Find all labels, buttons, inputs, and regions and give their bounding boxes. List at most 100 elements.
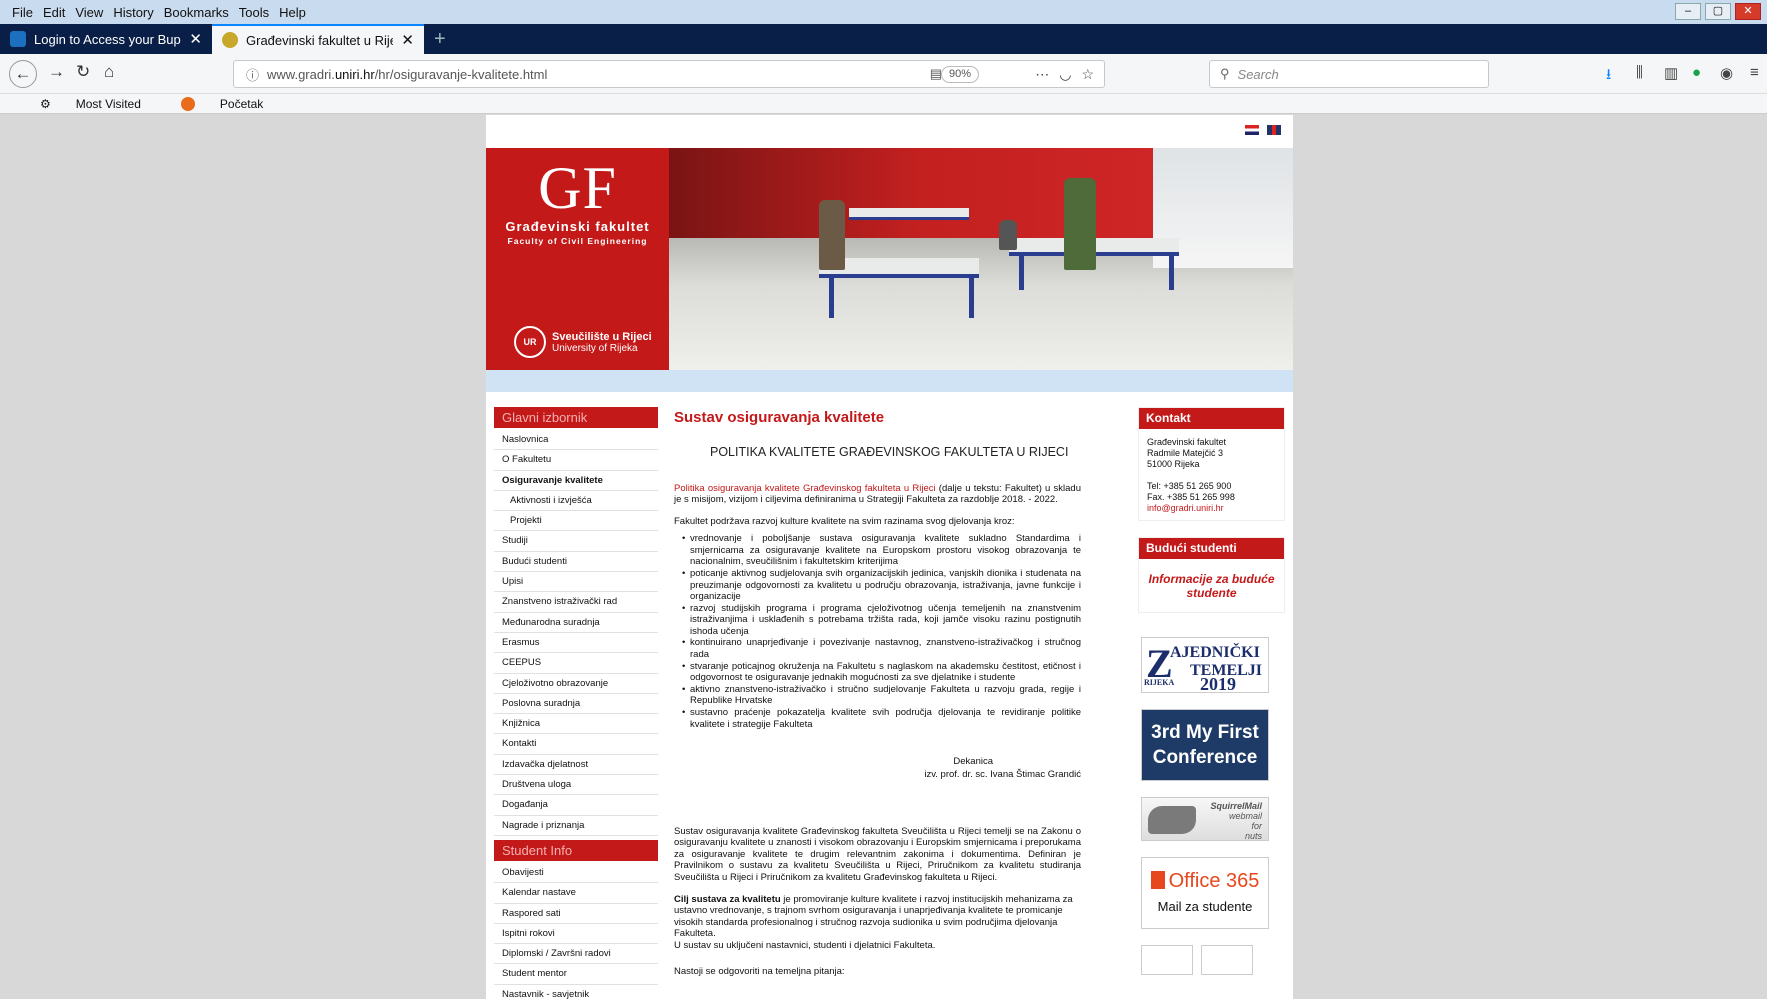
menu-edit[interactable]: Edit (43, 5, 65, 20)
link-banner-icon[interactable] (1201, 945, 1253, 976)
menu-item-cjelozivotno[interactable]: Cjeloživotno obrazovanje (494, 674, 658, 694)
list-item: poticanje aktivnog sudjelovanja svih org… (682, 568, 1081, 603)
reload-icon[interactable]: ↻ (76, 62, 90, 82)
search-icon: ⚲ (1220, 66, 1230, 81)
policy-link[interactable]: Politika osiguravanja kvalitete Građevin… (674, 483, 936, 494)
menu-bookmarks[interactable]: Bookmarks (164, 5, 229, 20)
bookmark-most-visited[interactable]: ⚙ Most Visited (20, 97, 141, 111)
window-controls: – ▢ ✕ (1675, 3, 1761, 20)
menu-item-nagrade[interactable]: Nagrade i priznanja (494, 816, 658, 836)
maximize-button[interactable]: ▢ (1705, 3, 1731, 20)
extra-banners (1141, 945, 1285, 976)
new-tab-icon[interactable]: + (434, 24, 446, 54)
office-icon (1150, 871, 1165, 890)
menu-item-znanstveno[interactable]: Znanstveno istraživački rad (494, 592, 658, 613)
menu-icon[interactable]: ≡ (1750, 64, 1759, 81)
conf-line2: Conference (1152, 747, 1258, 769)
menu-item-erasmus[interactable]: Erasmus (494, 633, 658, 654)
my-first-conference-banner[interactable]: 3rd My First Conference (1141, 709, 1269, 782)
tab-gradri[interactable]: Građevinski fakultet u Rijeci - G ✕ (212, 24, 424, 54)
site-info-icon[interactable]: ⓘ (246, 65, 259, 84)
policy-list: vrednovanje i poboljšanje sustava osigur… (682, 533, 1081, 730)
home-icon[interactable]: ⌂ (104, 62, 114, 82)
menu-item-diplomski[interactable]: Diplomski / Završni radovi (494, 944, 658, 965)
logo-name-en: Faculty of Civil Engineering (507, 236, 648, 246)
tab-strip: Login to Access your Bupa Glol ✕ Građevi… (0, 24, 1767, 54)
download-icon[interactable]: ⭳ (1606, 64, 1611, 89)
list-item: sustavno praćenje pokazatelja kvalitete … (682, 707, 1081, 730)
menu-tools[interactable]: Tools (239, 5, 269, 20)
university-name-en: University of Rijeka (552, 342, 638, 354)
english-flag-icon[interactable] (1267, 125, 1281, 135)
squirrel-icon (1148, 806, 1196, 835)
sidebar-icon[interactable]: ▥ (1664, 64, 1678, 82)
menu-item-student-mentor[interactable]: Student mentor (494, 964, 658, 985)
menu-file[interactable]: File (12, 5, 33, 20)
squirrelmail-text: SquirrelMail webmail for nuts (1210, 801, 1262, 841)
zoom-level[interactable]: 90% (940, 66, 979, 83)
faculty-logo[interactable]: GF Građevinski fakultet Faculty of Civil… (486, 148, 669, 370)
menu-help[interactable]: Help (279, 5, 306, 20)
menu-item-studiji[interactable]: Studiji (494, 531, 658, 552)
contact-body: Građevinski fakultet Radmile Matejčić 3 … (1139, 429, 1284, 520)
library-icon[interactable]: ⫼ (1636, 64, 1643, 81)
menu-item-ispitni-rokovi[interactable]: Ispitni rokovi (494, 924, 658, 945)
contact-email-link[interactable]: info@gradri.uniri.hr (1147, 503, 1276, 514)
menu-item-knjiznica[interactable]: Knjižnica (494, 714, 658, 735)
menu-item-nastavnik[interactable]: Nastavnik - savjetnik (494, 985, 658, 999)
questions-paragraph: Nastoji se odgovoriti na temeljna pitanj… (674, 965, 845, 977)
menu-item-ceepus[interactable]: CEEPUS (494, 653, 658, 674)
menu-item-poslovna[interactable]: Poslovna suradnja (494, 694, 658, 715)
menu-item-drustvena[interactable]: Društvena uloga (494, 775, 658, 796)
close-tab-icon[interactable]: ✕ (189, 30, 202, 48)
bookmark-star-icon[interactable]: ☆ (1081, 66, 1094, 83)
menu-item-upisi[interactable]: Upisi (494, 572, 658, 593)
menu-view[interactable]: View (75, 5, 103, 20)
policy-heading: POLITIKA KVALITETE GRAĐEVINSKOG FAKULTET… (710, 445, 1069, 460)
minimize-button[interactable]: – (1675, 3, 1701, 20)
back-arrow-icon[interactable]: ← (9, 60, 37, 88)
menu-item-osiguravanje-kvalitete[interactable]: Osiguravanje kvalitete (494, 471, 658, 491)
intro-paragraph: Politika osiguravanja kvalitete Građevin… (674, 483, 1081, 506)
croatian-flag-icon[interactable] (1245, 125, 1259, 135)
close-window-button[interactable]: ✕ (1735, 3, 1761, 20)
tab-bupa[interactable]: Login to Access your Bupa Glol ✕ (0, 24, 212, 54)
office365-banner[interactable]: Office 365 Mail za studente (1141, 857, 1269, 930)
signature-title: Dekanica (953, 756, 993, 768)
menu-item-izdavacka[interactable]: Izdavačka djelatnost (494, 755, 658, 776)
system-paragraph: Sustav osiguravanja kvalitete Građevinsk… (674, 825, 1081, 884)
squirrelmail-banner[interactable]: SquirrelMail webmail for nuts (1141, 797, 1269, 842)
grammarly-icon[interactable]: ● (1692, 64, 1701, 81)
lead-paragraph: Fakultet podržava razvoj kulture kvalite… (674, 515, 1015, 527)
pocket-icon[interactable]: ◡ (1059, 66, 1071, 83)
forward-arrow-icon[interactable]: → (48, 62, 65, 82)
menu-item-kontakti[interactable]: Kontakti (494, 734, 658, 755)
university-logo: UR Sveučilište u Rijeci University of Ri… (514, 326, 652, 358)
menu-item-obavijesti[interactable]: Obavijesti (494, 863, 658, 884)
menu-item-kalendar[interactable]: Kalendar nastave (494, 883, 658, 904)
menu-item-projekti[interactable]: Projekti (494, 511, 658, 532)
url-bar[interactable]: ⓘ www.gradri. uniri.hr/hr/osiguravanje-kv… (233, 60, 1105, 88)
zajednicki-temelji-banner[interactable]: Z AJEDNIČKI TEMELJI 2019 RIJEKA (1141, 637, 1269, 694)
menu-item-medunarodna[interactable]: Međunarodna suradnja (494, 613, 658, 633)
menu-item-buduci-studenti[interactable]: Budući studenti (494, 552, 658, 573)
menu-item-raspored[interactable]: Raspored sati (494, 904, 658, 924)
menu-item-aktivnosti[interactable]: Aktivnosti i izvješća (494, 491, 658, 512)
search-bar[interactable]: ⚲ Search (1209, 60, 1489, 88)
account-icon[interactable]: ◉ (1720, 64, 1733, 82)
menu-item-naslovnica[interactable]: Naslovnica (494, 430, 658, 451)
bookmark-pocetak[interactable]: Početak (161, 96, 263, 111)
close-tab-icon[interactable]: ✕ (401, 31, 414, 49)
office-subtitle: Mail za studente (1157, 899, 1253, 915)
sq-sub: webmail (1228, 811, 1262, 822)
menu-history[interactable]: History (113, 5, 153, 20)
page-actions-icon[interactable]: ⋯ (1035, 66, 1049, 83)
menu-item-o-fakultetu[interactable]: O Fakultetu (494, 450, 658, 471)
future-students-link[interactable]: Informacije za buduće studente (1139, 559, 1284, 613)
main-menu-heading: Glavni izbornik (494, 407, 658, 428)
goal-line2: U sustav su uključeni nastavnici, studen… (674, 939, 936, 951)
goal-bold: Cilj sustava za kvalitetu (674, 893, 781, 905)
contact-line: Građevinski fakultet (1147, 437, 1227, 447)
tool-banner-icon[interactable] (1141, 945, 1193, 976)
menu-item-dogadanja[interactable]: Događanja (494, 795, 658, 816)
